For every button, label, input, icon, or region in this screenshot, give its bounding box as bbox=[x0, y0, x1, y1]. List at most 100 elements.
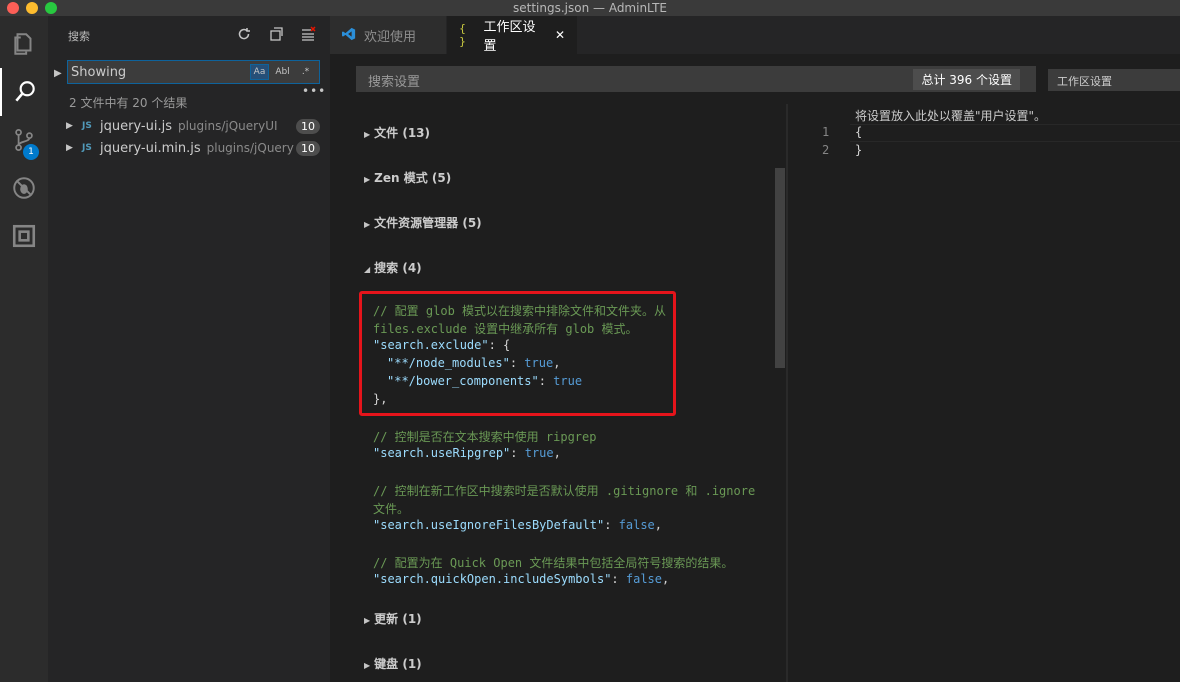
result-file-row[interactable]: ▶ JS jquery-ui.min.js plugins/jQueryUI 1… bbox=[66, 137, 320, 159]
use-regex-toggle[interactable]: .* bbox=[296, 64, 315, 80]
setting-key[interactable]: "search.useIgnoreFilesByDefault" bbox=[373, 518, 604, 532]
code-line[interactable]: } bbox=[855, 143, 862, 157]
maximize-window-button[interactable] bbox=[45, 2, 57, 14]
section-label: 文件资源管理器 (5) bbox=[374, 216, 482, 230]
setting-key: "**/bower_components" bbox=[387, 374, 539, 388]
clear-results-icon[interactable] bbox=[300, 26, 316, 42]
section-label: 更新 (1) bbox=[374, 612, 422, 626]
code-line: "search.useRipgrep": true, bbox=[373, 446, 561, 460]
file-path: plugins/jQueryUI bbox=[206, 141, 294, 155]
refresh-icon[interactable] bbox=[236, 26, 252, 42]
setting-value: false bbox=[625, 572, 662, 586]
scrollbar-thumb[interactable] bbox=[775, 168, 785, 368]
search-icon[interactable] bbox=[0, 68, 48, 116]
setting-key[interactable]: "search.exclude" bbox=[373, 338, 489, 352]
toggle-replace-icon[interactable]: ▶ bbox=[54, 68, 62, 79]
close-window-button[interactable] bbox=[7, 2, 19, 14]
section-keyboard[interactable]: ▶ 键盘 (1) bbox=[364, 655, 422, 672]
expand-arrow-icon[interactable]: ▶ bbox=[66, 143, 82, 153]
activity-bar: 1 bbox=[0, 16, 48, 682]
code-comment: files.exclude 设置中继承所有 glob 模式。 bbox=[373, 322, 638, 336]
result-summary: 2 文件中有 20 个结果 bbox=[69, 96, 188, 110]
minimize-window-button[interactable] bbox=[26, 2, 38, 14]
code-comment: // 控制在新工作区中搜索时是否默认使用 .gitignore 和 .ignor… bbox=[373, 484, 756, 498]
settings-scope-select[interactable]: 工作区设置 bbox=[1048, 69, 1180, 91]
js-file-icon: JS bbox=[82, 143, 92, 153]
window-title: settings.json — AdminLTE bbox=[512, 1, 668, 15]
collapsed-arrow-icon: ▶ bbox=[364, 220, 371, 229]
search-input[interactable] bbox=[68, 64, 248, 80]
tab-label: 工作区设置 bbox=[483, 20, 536, 54]
default-settings-pane: ▶ 文件 (13) ▶ Zen 模式 (5) ▶ 文件资源管理器 (5) ◢ 搜索 (4… bbox=[330, 104, 786, 682]
code-line: "search.quickOpen.includeSymbols": false… bbox=[373, 572, 670, 586]
scm-badge: 1 bbox=[23, 144, 39, 160]
override-hint: 将设置放入此处以覆盖"用户设置"。 bbox=[855, 109, 1047, 123]
code-line: }, bbox=[373, 392, 388, 406]
match-count-badge: 10 bbox=[296, 140, 320, 156]
window-controls bbox=[7, 2, 57, 14]
expand-arrow-icon[interactable]: ▶ bbox=[66, 121, 82, 131]
js-file-icon: JS bbox=[82, 121, 92, 131]
code-line[interactable]: { bbox=[855, 125, 862, 139]
code-comment: // 配置为在 Quick Open 文件结果中包括全局符号搜索的结果。 bbox=[373, 556, 734, 570]
editor-tabs: 欢迎使用 { } 工作区设置 ✕ bbox=[330, 16, 1180, 54]
section-label: Zen 模式 (5) bbox=[374, 171, 452, 185]
search-options: Aa Abl .* bbox=[250, 64, 315, 80]
code-comment: // 配置 glob 模式以在搜索中排除文件和文件夹。从 bbox=[373, 304, 667, 318]
workspace-settings-pane[interactable]: 将设置放入此处以覆盖"用户设置"。 1 { 2 } bbox=[788, 104, 1180, 682]
section-update[interactable]: ▶ 更新 (1) bbox=[364, 610, 422, 627]
source-control-icon[interactable]: 1 bbox=[0, 116, 48, 164]
setting-value: true bbox=[553, 374, 583, 388]
section-label: 文件 (13) bbox=[374, 126, 431, 140]
code-punct: : { bbox=[488, 338, 511, 352]
line-number: 2 bbox=[822, 143, 830, 157]
match-whole-word-toggle[interactable]: Abl bbox=[273, 64, 292, 80]
code-comment: // 控制是否在文本搜索中使用 ripgrep bbox=[373, 430, 597, 444]
setting-key[interactable]: "search.quickOpen.includeSymbols" bbox=[373, 572, 611, 586]
sidebar-title: 搜索 bbox=[68, 30, 90, 43]
sidebar-actions bbox=[236, 26, 316, 42]
setting-value: true bbox=[524, 446, 554, 460]
section-label: 搜索 (4) bbox=[374, 261, 422, 275]
code-line: "search.exclude": { bbox=[373, 338, 510, 352]
debug-icon[interactable] bbox=[0, 164, 48, 212]
section-zen[interactable]: ▶ Zen 模式 (5) bbox=[364, 169, 451, 186]
setting-value: true bbox=[524, 356, 554, 370]
code-comment: 文件。 bbox=[373, 502, 410, 516]
file-name: jquery-ui.min.js bbox=[100, 140, 201, 156]
json-file-icon: { } bbox=[459, 22, 466, 48]
file-path: plugins/jQueryUI bbox=[177, 119, 278, 133]
vscode-logo-icon bbox=[342, 27, 356, 44]
settings-count-badge: 总计 396 个设置 bbox=[913, 69, 1020, 90]
section-files[interactable]: ▶ 文件 (13) bbox=[364, 124, 430, 141]
collapsed-arrow-icon: ▶ bbox=[364, 661, 371, 670]
section-search[interactable]: ◢ 搜索 (4) bbox=[364, 259, 422, 276]
collapse-all-icon[interactable] bbox=[268, 26, 284, 42]
match-case-toggle[interactable]: Aa bbox=[250, 64, 269, 80]
search-sidebar: 搜索 ▶ Aa Abl .* ••• 2 文件中有 20 个结果 ▶ JS jq… bbox=[48, 16, 330, 682]
tab-welcome[interactable]: 欢迎使用 bbox=[330, 16, 447, 54]
extensions-icon[interactable] bbox=[0, 212, 48, 260]
code-line: "**/bower_components": true bbox=[387, 374, 583, 388]
expanded-arrow-icon: ◢ bbox=[364, 265, 371, 274]
more-options-icon[interactable]: ••• bbox=[302, 84, 326, 98]
line-number: 1 bbox=[822, 125, 830, 139]
settings-search-placeholder: 搜索设置 bbox=[368, 75, 421, 90]
tab-workspace-settings[interactable]: { } 工作区设置 ✕ bbox=[447, 16, 577, 54]
collapsed-arrow-icon: ▶ bbox=[364, 175, 371, 184]
match-count-badge: 10 bbox=[296, 118, 320, 134]
setting-value: false bbox=[618, 518, 655, 532]
section-explorer[interactable]: ▶ 文件资源管理器 (5) bbox=[364, 214, 482, 231]
collapsed-arrow-icon: ▶ bbox=[364, 616, 371, 625]
code-line: "**/node_modules": true, bbox=[387, 356, 561, 370]
search-box: Aa Abl .* bbox=[67, 60, 320, 84]
close-tab-icon[interactable]: ✕ bbox=[555, 28, 565, 42]
title-bar: settings.json — AdminLTE bbox=[0, 0, 1180, 16]
explorer-icon[interactable] bbox=[0, 20, 48, 68]
collapsed-arrow-icon: ▶ bbox=[364, 130, 371, 139]
tab-label: 欢迎使用 bbox=[364, 29, 417, 45]
setting-key[interactable]: "search.useRipgrep" bbox=[373, 446, 510, 460]
file-name: jquery-ui.js bbox=[100, 118, 172, 134]
settings-search-bar[interactable]: 搜索设置 总计 396 个设置 bbox=[356, 66, 1036, 92]
result-file-row[interactable]: ▶ JS jquery-ui.js plugins/jQueryUI 10 bbox=[66, 115, 320, 137]
